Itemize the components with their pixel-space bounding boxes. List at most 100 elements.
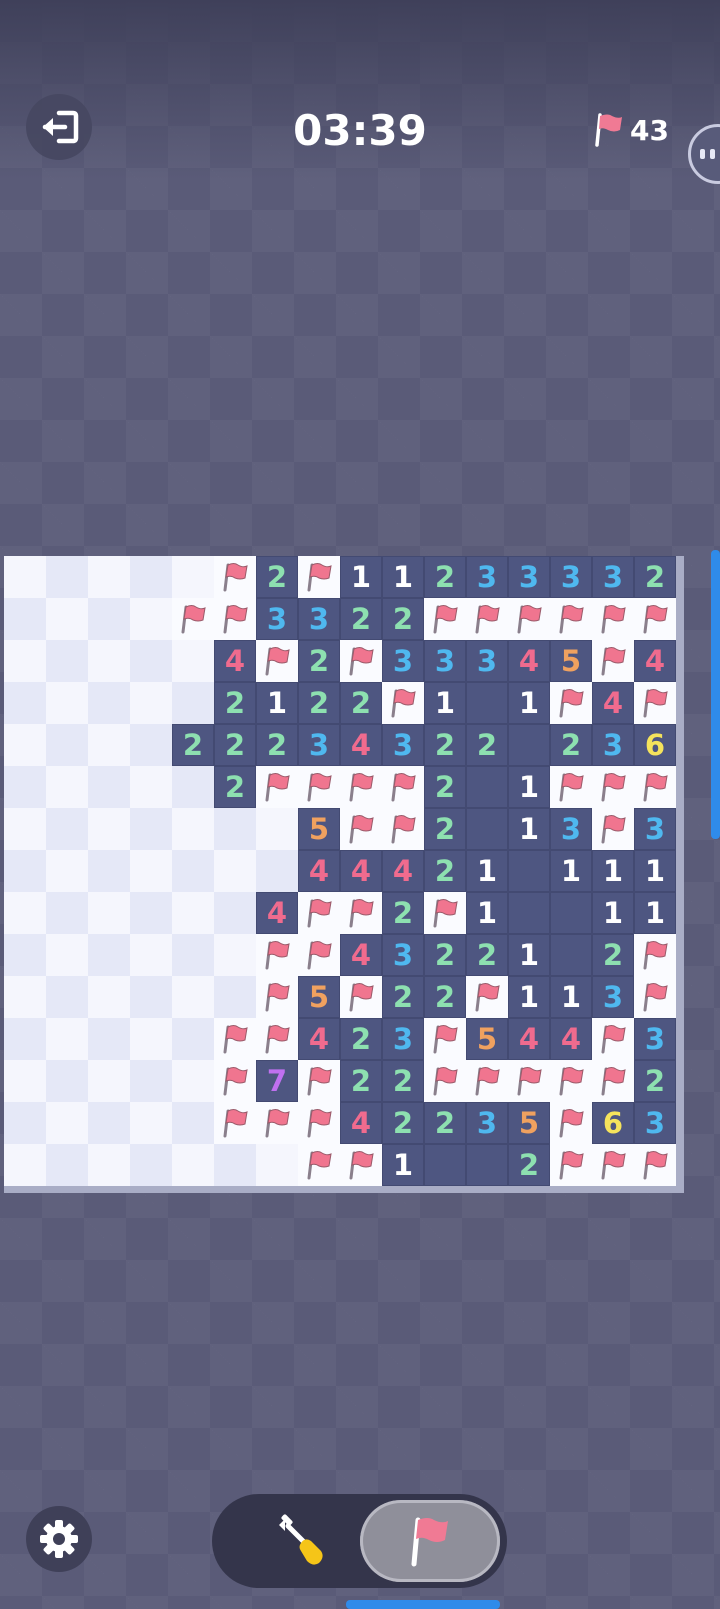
number-cell[interactable]: 1 <box>256 682 298 724</box>
number-cell[interactable]: 3 <box>382 934 424 976</box>
number-cell[interactable]: 1 <box>382 1144 424 1186</box>
number-cell[interactable]: 3 <box>550 556 592 598</box>
number-cell[interactable]: 2 <box>214 682 256 724</box>
number-cell[interactable]: 3 <box>298 598 340 640</box>
number-cell[interactable]: 2 <box>382 892 424 934</box>
number-cell[interactable]: 3 <box>298 724 340 766</box>
flagged-cell[interactable] <box>592 766 634 808</box>
hidden-cell[interactable] <box>130 766 172 808</box>
number-cell[interactable]: 3 <box>508 556 550 598</box>
hidden-cell[interactable] <box>256 850 298 892</box>
flagged-cell[interactable] <box>298 1102 340 1144</box>
hidden-cell[interactable] <box>88 892 130 934</box>
hidden-cell[interactable] <box>172 892 214 934</box>
flagged-cell[interactable] <box>634 934 676 976</box>
number-cell[interactable]: 3 <box>550 808 592 850</box>
flagged-cell[interactable] <box>466 976 508 1018</box>
number-cell[interactable]: 7 <box>256 1060 298 1102</box>
number-cell[interactable]: 2 <box>424 556 466 598</box>
hidden-cell[interactable] <box>256 808 298 850</box>
number-cell[interactable]: 2 <box>382 976 424 1018</box>
revealed-empty-cell[interactable] <box>550 892 592 934</box>
number-cell[interactable]: 4 <box>214 640 256 682</box>
number-cell[interactable]: 1 <box>634 892 676 934</box>
number-cell[interactable]: 3 <box>382 724 424 766</box>
number-cell[interactable]: 6 <box>592 1102 634 1144</box>
hidden-cell[interactable] <box>88 1018 130 1060</box>
hidden-cell[interactable] <box>130 598 172 640</box>
number-cell[interactable]: 2 <box>172 724 214 766</box>
flagged-cell[interactable] <box>382 766 424 808</box>
number-cell[interactable]: 1 <box>592 850 634 892</box>
number-cell[interactable]: 2 <box>592 934 634 976</box>
hidden-cell[interactable] <box>88 766 130 808</box>
flagged-cell[interactable] <box>340 1144 382 1186</box>
number-cell[interactable]: 1 <box>634 850 676 892</box>
number-cell[interactable]: 1 <box>508 808 550 850</box>
hidden-cell[interactable] <box>46 598 88 640</box>
flagged-cell[interactable] <box>340 640 382 682</box>
number-cell[interactable]: 1 <box>508 766 550 808</box>
flagged-cell[interactable] <box>214 1018 256 1060</box>
flagged-cell[interactable] <box>592 1060 634 1102</box>
number-cell[interactable]: 4 <box>340 724 382 766</box>
hidden-cell[interactable] <box>46 682 88 724</box>
flagged-cell[interactable] <box>256 640 298 682</box>
flagged-cell[interactable] <box>634 1144 676 1186</box>
hidden-cell[interactable] <box>4 1144 46 1186</box>
number-cell[interactable]: 1 <box>508 976 550 1018</box>
number-cell[interactable]: 5 <box>298 976 340 1018</box>
hidden-cell[interactable] <box>4 724 46 766</box>
hidden-cell[interactable] <box>46 892 88 934</box>
hidden-cell[interactable] <box>130 850 172 892</box>
number-cell[interactable]: 4 <box>298 850 340 892</box>
hidden-cell[interactable] <box>130 556 172 598</box>
hidden-cell[interactable] <box>130 934 172 976</box>
number-cell[interactable]: 5 <box>508 1102 550 1144</box>
number-cell[interactable]: 4 <box>256 892 298 934</box>
hidden-cell[interactable] <box>172 766 214 808</box>
hidden-cell[interactable] <box>4 1102 46 1144</box>
hidden-cell[interactable] <box>88 976 130 1018</box>
number-cell[interactable]: 2 <box>340 598 382 640</box>
flagged-cell[interactable] <box>256 766 298 808</box>
flagged-cell[interactable] <box>340 766 382 808</box>
number-cell[interactable]: 2 <box>424 808 466 850</box>
hidden-cell[interactable] <box>130 682 172 724</box>
number-cell[interactable]: 2 <box>256 724 298 766</box>
flagged-cell[interactable] <box>508 598 550 640</box>
hidden-cell[interactable] <box>172 682 214 724</box>
number-cell[interactable]: 1 <box>466 850 508 892</box>
flagged-cell[interactable] <box>550 766 592 808</box>
hidden-cell[interactable] <box>88 724 130 766</box>
hidden-cell[interactable] <box>172 976 214 1018</box>
number-cell[interactable]: 6 <box>634 724 676 766</box>
hidden-cell[interactable] <box>214 976 256 1018</box>
number-cell[interactable]: 3 <box>592 976 634 1018</box>
flag-mode-button[interactable] <box>360 1500 500 1582</box>
flagged-cell[interactable] <box>592 640 634 682</box>
hidden-cell[interactable] <box>130 976 172 1018</box>
revealed-empty-cell[interactable] <box>508 724 550 766</box>
hidden-cell[interactable] <box>46 1060 88 1102</box>
number-cell[interactable]: 2 <box>550 724 592 766</box>
revealed-empty-cell[interactable] <box>550 934 592 976</box>
hidden-cell[interactable] <box>214 892 256 934</box>
number-cell[interactable]: 2 <box>340 682 382 724</box>
hidden-cell[interactable] <box>46 934 88 976</box>
revealed-empty-cell[interactable] <box>466 766 508 808</box>
revealed-empty-cell[interactable] <box>508 892 550 934</box>
hidden-cell[interactable] <box>130 1018 172 1060</box>
number-cell[interactable]: 3 <box>466 556 508 598</box>
hidden-cell[interactable] <box>88 682 130 724</box>
number-cell[interactable]: 4 <box>298 1018 340 1060</box>
flagged-cell[interactable] <box>214 1102 256 1144</box>
hidden-cell[interactable] <box>4 556 46 598</box>
number-cell[interactable]: 5 <box>550 640 592 682</box>
vertical-scrollbar[interactable] <box>711 550 720 839</box>
hidden-cell[interactable] <box>88 556 130 598</box>
dig-mode-button[interactable] <box>248 1506 358 1576</box>
flagged-cell[interactable] <box>256 1018 298 1060</box>
flagged-cell[interactable] <box>298 892 340 934</box>
number-cell[interactable]: 1 <box>508 934 550 976</box>
